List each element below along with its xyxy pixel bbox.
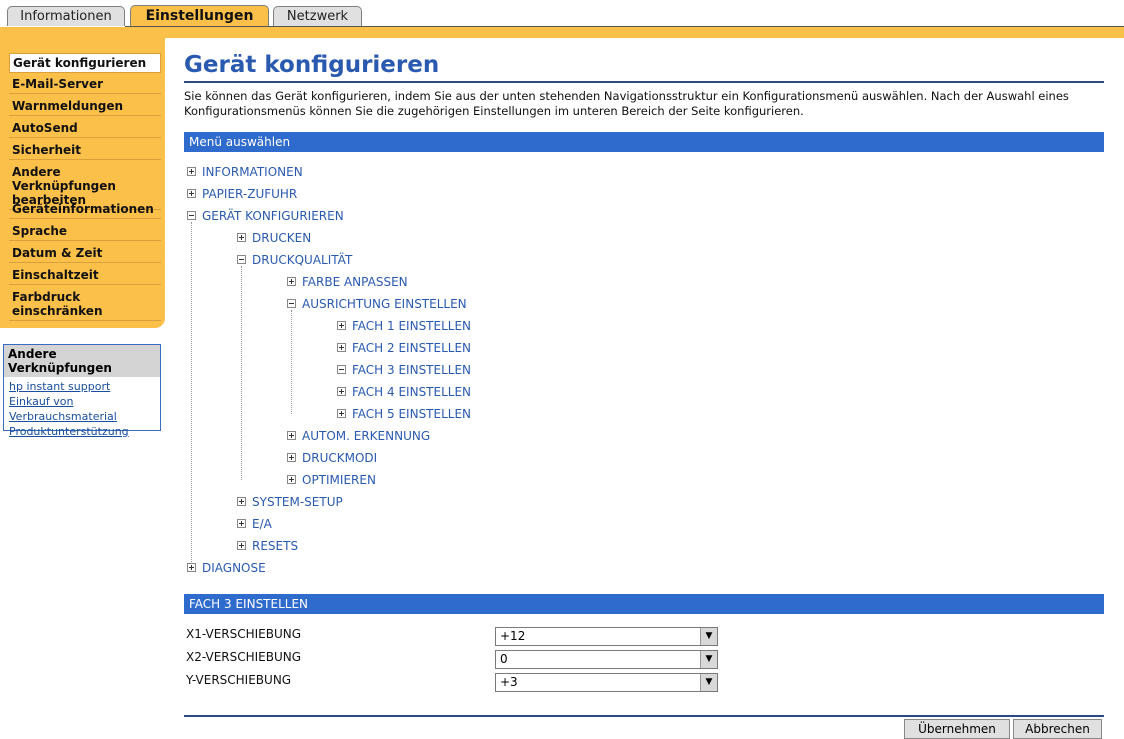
other-links-box: Andere Verknüpfungen hp instant support … [3,344,161,438]
other-links-header: Andere Verknüpfungen [4,345,160,377]
tree-item-fach-5[interactable]: FACH 5 EINSTELLEN [352,407,471,421]
link-produktunterstuetzung[interactable]: Produktunterstützung [4,424,160,439]
nav-item-email-server[interactable]: E-Mail-Server [9,75,161,94]
intro-text: Sie können das Gerät konfigurieren, inde… [184,89,1069,118]
nav-item-sicherheit[interactable]: Sicherheit [9,141,161,160]
tab-informationen[interactable]: Informationen [7,6,125,26]
tree-line [241,266,242,480]
nav-item-einschaltzeit[interactable]: Einschaltzeit [9,266,161,285]
expand-icon[interactable] [337,387,346,396]
tree-item-papier-zufuhr[interactable]: PAPIER-ZUFUHR [202,187,297,201]
dropdown-arrow-icon[interactable]: ▼ [700,651,717,668]
nav-item-geraet-konfigurieren[interactable]: Gerät konfigurieren [9,53,161,73]
nav-item-datum-zeit[interactable]: Datum & Zeit [9,244,161,263]
tree-item-diagnose[interactable]: DIAGNOSE [202,561,266,575]
collapse-icon[interactable] [237,255,246,264]
nav-item-sprache[interactable]: Sprache [9,222,161,241]
expand-icon[interactable] [237,541,246,550]
x2-select[interactable]: 0 ▼ [495,650,718,669]
tree-item-geraet-konfigurieren[interactable]: GERÄT KONFIGURIEREN [202,209,344,223]
tree-line [291,310,292,414]
dropdown-arrow-icon[interactable]: ▼ [700,628,717,645]
tree-item-system-setup[interactable]: SYSTEM-SETUP [252,495,343,509]
section-header: FACH 3 EINSTELLEN [184,594,1104,614]
tree-item-resets[interactable]: RESETS [252,539,298,553]
tree-item-drucken[interactable]: DRUCKEN [252,231,311,245]
expand-icon[interactable] [187,189,196,198]
tab-netzwerk[interactable]: Netzwerk [273,6,362,26]
title-divider [184,81,1104,83]
y-select[interactable]: +3 ▼ [495,673,718,692]
bottom-divider [184,715,1104,717]
expand-icon[interactable] [337,409,346,418]
expand-icon[interactable] [187,563,196,572]
tree-item-farbe-anpassen[interactable]: FARBE ANPASSEN [302,275,408,289]
y-value: +3 [500,675,518,689]
tree-item-ea[interactable]: E/A [252,517,272,531]
tree-item-ausrichtung-einstellen[interactable]: AUSRICHTUNG EINSTELLEN [302,297,467,311]
expand-icon[interactable] [237,233,246,242]
expand-icon[interactable] [337,343,346,352]
expand-icon[interactable] [187,167,196,176]
collapse-icon[interactable] [287,299,296,308]
expand-icon[interactable] [287,453,296,462]
expand-icon[interactable] [287,475,296,484]
x2-value: 0 [500,652,508,666]
y-label: Y-VERSCHIEBUNG [186,673,292,687]
tree-item-informationen[interactable]: INFORMATIONEN [202,165,303,179]
tree-item-autom-erkennung[interactable]: AUTOM. ERKENNUNG [302,429,430,443]
expand-icon[interactable] [287,431,296,440]
dropdown-arrow-icon[interactable]: ▼ [700,674,717,691]
expand-icon[interactable] [287,277,296,286]
tree-item-fach-2[interactable]: FACH 2 EINSTELLEN [352,341,471,355]
nav-item-farbdruck[interactable]: Farbdruck einschränken [9,288,161,321]
apply-button[interactable]: Übernehmen [904,719,1010,739]
tree-item-druckmodi[interactable]: DRUCKMODI [302,451,377,465]
x1-label: X1-VERSCHIEBUNG [186,627,302,641]
orange-header-bar [0,27,1124,38]
nav-item-autosend[interactable]: AutoSend [9,119,161,138]
tab-einstellungen[interactable]: Einstellungen [130,5,269,27]
link-hp-instant-support[interactable]: hp instant support [4,379,160,394]
link-einkauf-verbrauchsmaterial[interactable]: Einkauf von Verbrauchsmaterial [4,394,160,424]
expand-icon[interactable] [237,497,246,506]
tree-item-fach-4[interactable]: FACH 4 EINSTELLEN [352,385,471,399]
x1-select[interactable]: +12 ▼ [495,627,718,646]
collapse-icon[interactable] [337,365,346,374]
x2-label: X2-VERSCHIEBUNG [186,650,302,664]
collapse-icon[interactable] [187,211,196,220]
nav-item-warnmeldungen[interactable]: Warnmeldungen [9,97,161,116]
tree-item-fach-3[interactable]: FACH 3 EINSTELLEN [352,363,471,377]
left-navigation: Gerät konfigurieren E-Mail-Server Warnme… [0,38,165,328]
cancel-button[interactable]: Abbrechen [1013,719,1102,739]
tree-line [191,222,192,568]
tree-item-druckqualitaet[interactable]: DRUCKQUALITÄT [252,253,352,267]
nav-item-geraeteinformationen[interactable]: Geräteinformationen [9,200,161,219]
tree-item-optimieren[interactable]: OPTIMIEREN [302,473,376,487]
menu-select-header: Menü auswählen [184,132,1104,152]
expand-icon[interactable] [337,321,346,330]
page-title: Gerät konfigurieren [184,52,440,78]
expand-icon[interactable] [237,519,246,528]
x1-value: +12 [500,629,526,643]
tree-item-fach-1[interactable]: FACH 1 EINSTELLEN [352,319,471,333]
